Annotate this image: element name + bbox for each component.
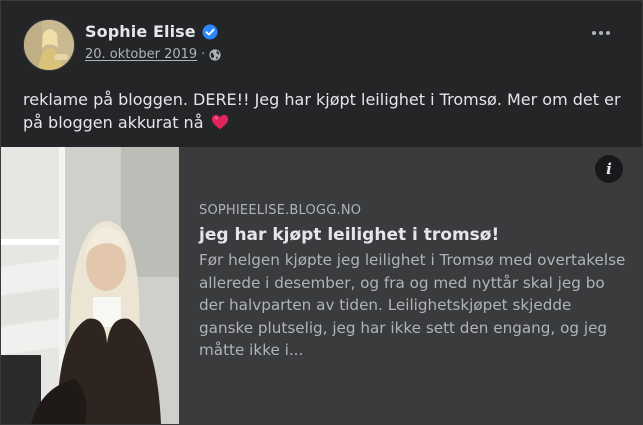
post-text: reklame på bloggen. DERE!! Jeg har kjøpt… (23, 90, 621, 132)
post-date-row: 20. oktober 2019 · (85, 47, 221, 62)
link-title[interactable]: jeg har kjøpt leilighet i tromsø! (199, 224, 627, 246)
link-description: Før helgen kjøpte jeg leilighet i Tromsø… (199, 251, 626, 359)
link-body: SOPHIEELISE.BLOGG.NO jeg har kjøpt leili… (179, 147, 643, 424)
post-meta: Sophie Elise 20. oktober 2019 · (85, 22, 221, 62)
more-options-icon[interactable] (592, 31, 610, 35)
post-text-block: reklame på bloggen. DERE!! Jeg har kjøpt… (23, 88, 623, 134)
author-name[interactable]: Sophie Elise (85, 22, 196, 41)
more-dot (606, 31, 610, 35)
thumbnail-photo (1, 147, 179, 424)
post-header: Sophie Elise 20. oktober 2019 · (23, 19, 221, 75)
info-icon[interactable]: i (595, 155, 623, 183)
date-separator: · (201, 47, 206, 62)
link-preview[interactable]: SOPHIEELISE.BLOGG.NO jeg har kjøpt leili… (1, 147, 642, 424)
verified-badge-icon (202, 24, 218, 39)
author-row: Sophie Elise (85, 22, 221, 41)
author-avatar[interactable] (23, 19, 75, 71)
more-dot (592, 31, 596, 35)
more-dot (599, 31, 603, 35)
post-card: Sophie Elise 20. oktober 2019 · reklame … (0, 0, 643, 425)
avatar-photo (24, 20, 74, 70)
globe-icon[interactable] (209, 48, 221, 61)
info-icon-glyph: i (606, 160, 612, 178)
red-heart-icon (211, 114, 228, 130)
link-domain: SOPHIEELISE.BLOGG.NO (199, 203, 362, 218)
post-date[interactable]: 20. oktober 2019 (85, 47, 197, 62)
link-thumbnail[interactable] (1, 147, 179, 424)
